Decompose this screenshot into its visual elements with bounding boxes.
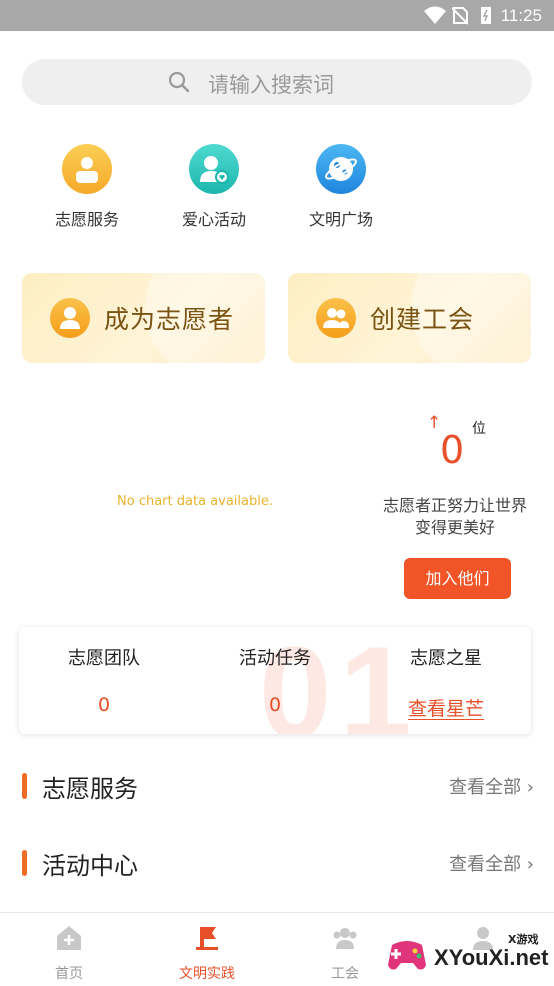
search-placeholder: 请输入搜索词 bbox=[208, 73, 334, 97]
chevron-right-icon: › bbox=[521, 777, 534, 798]
section-volunteer-service: 志愿服务 查看全部 › bbox=[22, 767, 534, 807]
gamepad-logo-icon bbox=[388, 941, 426, 970]
stats-card: 01 志愿团队 0 活动任务 0 志愿之星 查看星芒 bbox=[19, 627, 531, 734]
volunteer-service-icon bbox=[62, 144, 112, 194]
section-view-all-link[interactable]: 查看全部 › bbox=[449, 850, 534, 876]
section-activity-center: 活动中心 查看全部 › bbox=[22, 844, 534, 884]
wifi-icon bbox=[424, 6, 446, 24]
category-civilization-square[interactable]: 文明广场 bbox=[286, 144, 396, 230]
become-volunteer-card[interactable]: 成为志愿者 bbox=[22, 273, 265, 363]
site-watermark: X游戏 XYouXi.net bbox=[380, 923, 554, 985]
home-icon bbox=[57, 926, 81, 950]
tab-label: 首页 bbox=[55, 966, 83, 982]
group-icon bbox=[333, 928, 357, 949]
create-union-card[interactable]: 创建工会 bbox=[288, 273, 531, 363]
create-union-label: 创建工会 bbox=[370, 305, 475, 334]
become-volunteer-label: 成为志愿者 bbox=[104, 305, 235, 334]
category-label: 文明广场 bbox=[308, 210, 373, 229]
search-bar[interactable]: 请输入搜索词 bbox=[22, 59, 532, 105]
view-all-label: 查看全部 bbox=[449, 854, 522, 875]
search-icon bbox=[168, 71, 190, 93]
category-label: 志愿服务 bbox=[54, 210, 119, 229]
view-all-label: 查看全部 bbox=[449, 777, 522, 798]
category-love-activity[interactable]: 爱心活动 bbox=[159, 144, 269, 230]
section-accent-bar bbox=[22, 773, 27, 799]
status-time: 11:25 bbox=[500, 6, 542, 25]
stat-value: 0 bbox=[97, 694, 111, 716]
status-bar: 11:25 bbox=[0, 0, 554, 31]
tab-civilization-practice[interactable]: 文明实践 bbox=[138, 913, 276, 983]
rank-unit: 位 bbox=[472, 421, 486, 437]
rank-value: 0 bbox=[440, 428, 465, 472]
tab-home[interactable]: 首页 bbox=[0, 913, 138, 983]
stat-value: 0 bbox=[268, 694, 282, 716]
section-title: 志愿服务 bbox=[42, 775, 138, 803]
section-accent-bar bbox=[22, 850, 27, 876]
section-view-all-link[interactable]: 查看全部 › bbox=[449, 773, 534, 799]
stat-label: 志愿之星 bbox=[410, 648, 482, 669]
stat-label: 活动任务 bbox=[239, 648, 311, 669]
tab-label: 文明实践 bbox=[179, 966, 235, 982]
volunteer-badge-icon bbox=[50, 298, 90, 338]
love-activity-icon bbox=[189, 144, 239, 194]
civilization-square-icon bbox=[316, 144, 366, 194]
join-button[interactable]: 加入他们 bbox=[404, 558, 511, 599]
stat-volunteer-team[interactable]: 志愿团队 0 bbox=[19, 627, 189, 716]
battery-icon bbox=[481, 7, 491, 24]
stat-volunteer-star: 志愿之星 查看星芒 bbox=[361, 627, 531, 721]
stat-label: 志愿团队 bbox=[68, 648, 140, 669]
watermark-brand-text: XYouXi.net bbox=[434, 945, 549, 970]
no-sim-icon bbox=[452, 7, 468, 25]
union-badge-icon bbox=[316, 298, 356, 338]
chevron-right-icon: › bbox=[521, 854, 534, 875]
view-star-link[interactable]: 查看星芒 bbox=[361, 694, 531, 721]
category-label: 爱心活动 bbox=[181, 210, 246, 229]
stat-activity-task[interactable]: 活动任务 0 bbox=[190, 627, 360, 716]
category-volunteer-service[interactable]: 志愿服务 bbox=[32, 144, 142, 230]
chart-empty-message: No chart data available. bbox=[117, 494, 273, 509]
flag-icon bbox=[196, 927, 218, 950]
section-title: 活动中心 bbox=[42, 852, 138, 880]
rank-message: 志愿者正努力让世界变得更美好 bbox=[382, 496, 527, 537]
